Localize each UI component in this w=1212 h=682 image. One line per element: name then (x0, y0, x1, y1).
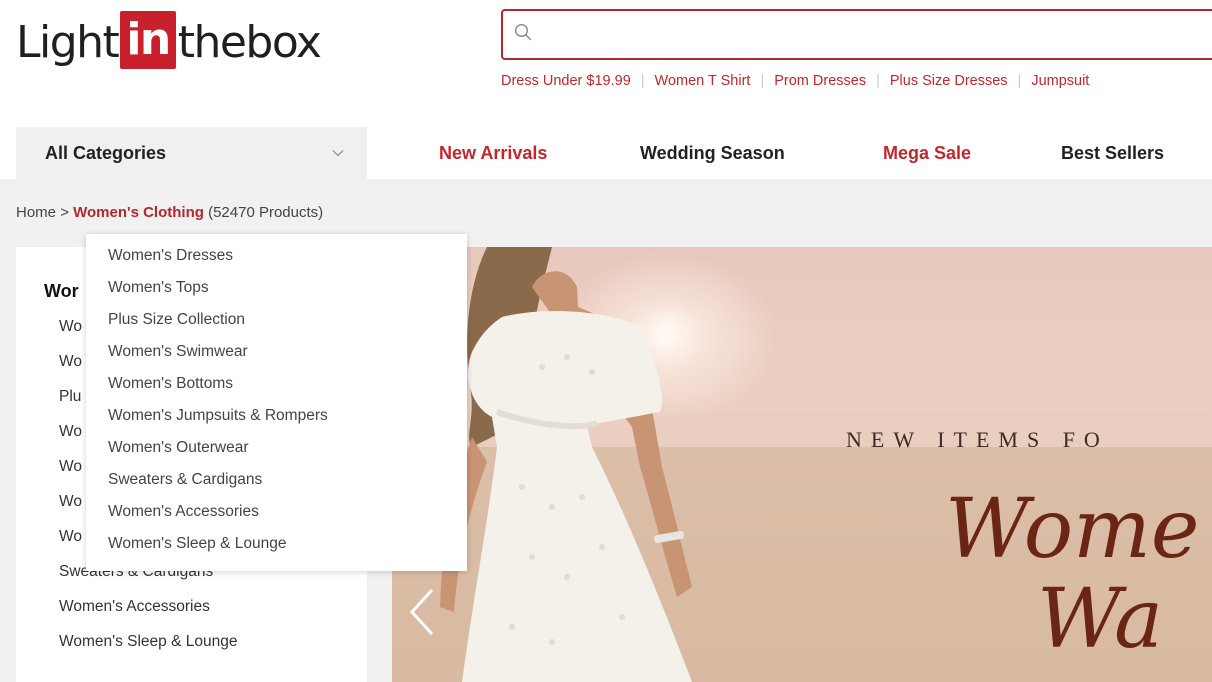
carousel-prev-arrow-icon[interactable] (408, 587, 436, 637)
hot-search-prom-dresses[interactable]: Prom Dresses (774, 73, 866, 93)
divider: | (760, 73, 765, 89)
divider: | (1017, 73, 1022, 89)
breadcrumb: Home > Women's Clothing (52470 Products) (16, 204, 323, 221)
breadcrumb-home[interactable]: Home (16, 204, 56, 221)
dropdown-item-swimwear[interactable]: Women's Swimwear (108, 343, 248, 361)
sidebar-item[interactable]: Wo (59, 528, 82, 546)
hot-search-plus-size-dresses[interactable]: Plus Size Dresses (890, 73, 1008, 93)
banner-tagline: NEW ITEMS FO (846, 427, 1109, 452)
sidebar-item-accessories[interactable]: Women's Accessories (59, 598, 210, 616)
sidebar-item[interactable]: Wo (59, 353, 82, 371)
dropdown-item-dresses[interactable]: Women's Dresses (108, 247, 233, 265)
product-count: (52470 Products) (208, 204, 324, 221)
search-input[interactable] (543, 19, 1143, 51)
sidebar-item[interactable]: Wo (59, 493, 82, 511)
dropdown-item-sleep-lounge[interactable]: Women's Sleep & Lounge (108, 535, 286, 553)
all-categories-label: All Categories (45, 142, 167, 163)
sidebar-item[interactable]: Wo (59, 458, 82, 476)
banner-headline-line1: Wome (945, 482, 1200, 577)
sidebar-item[interactable]: Wo (59, 318, 82, 336)
dropdown-item-plus-size[interactable]: Plus Size Collection (108, 311, 245, 329)
sidebar-item[interactable]: Plu (59, 388, 81, 406)
hot-search-women-t-shirt[interactable]: Women T Shirt (655, 73, 751, 93)
category-dropdown-menu: Women's Dresses Women's Tops Plus Size C… (86, 234, 467, 571)
main-nav: All Categories New Arrivals Wedding Seas… (0, 127, 1212, 179)
dropdown-item-tops[interactable]: Women's Tops (108, 279, 209, 297)
site-header: Light in thebox Dress Under $19.99 | Women… (0, 0, 1212, 127)
sidebar-item-sleep-lounge[interactable]: Women's Sleep & Lounge (59, 633, 237, 651)
hot-search-links: Dress Under $19.99 | Women T Shirt | Pro… (501, 73, 1212, 93)
logo-text-thebox: thebox (177, 16, 322, 68)
dropdown-item-accessories[interactable]: Women's Accessories (108, 503, 259, 521)
chevron-down-icon (332, 149, 344, 157)
nav-wedding-season[interactable]: Wedding Season (640, 143, 785, 164)
hot-search-dress-under[interactable]: Dress Under $19.99 (501, 73, 631, 93)
breadcrumb-current: Women's Clothing (73, 204, 204, 221)
search-box[interactable] (501, 9, 1212, 60)
nav-best-sellers[interactable]: Best Sellers (1061, 143, 1164, 164)
site-logo[interactable]: Light in thebox (16, 10, 322, 74)
dropdown-item-sweaters-cardigans[interactable]: Sweaters & Cardigans (108, 471, 262, 489)
dropdown-item-jumpsuits-rompers[interactable]: Women's Jumpsuits & Rompers (108, 407, 328, 425)
dropdown-item-bottoms[interactable]: Women's Bottoms (108, 375, 233, 393)
sidebar-title: Wor (44, 281, 79, 301)
divider: | (876, 73, 880, 89)
banner-headline-line2: Wa (1037, 572, 1164, 667)
dropdown-item-outerwear[interactable]: Women's Outerwear (108, 439, 249, 457)
nav-mega-sale[interactable]: Mega Sale (883, 143, 971, 164)
logo-text-in: in (120, 11, 176, 69)
breadcrumb-separator: > (60, 204, 69, 221)
logo-text-light: Light (16, 16, 120, 68)
hot-search-jumpsuit[interactable]: Jumpsuit (1031, 73, 1089, 93)
search-icon[interactable] (514, 23, 532, 41)
nav-new-arrivals[interactable]: New Arrivals (439, 143, 547, 164)
divider: | (640, 73, 645, 89)
sidebar-item[interactable]: Wo (59, 423, 82, 441)
all-categories-button[interactable]: All Categories (16, 127, 367, 179)
hero-banner[interactable]: NEW ITEMS FO Wome Wa (392, 247, 1212, 682)
